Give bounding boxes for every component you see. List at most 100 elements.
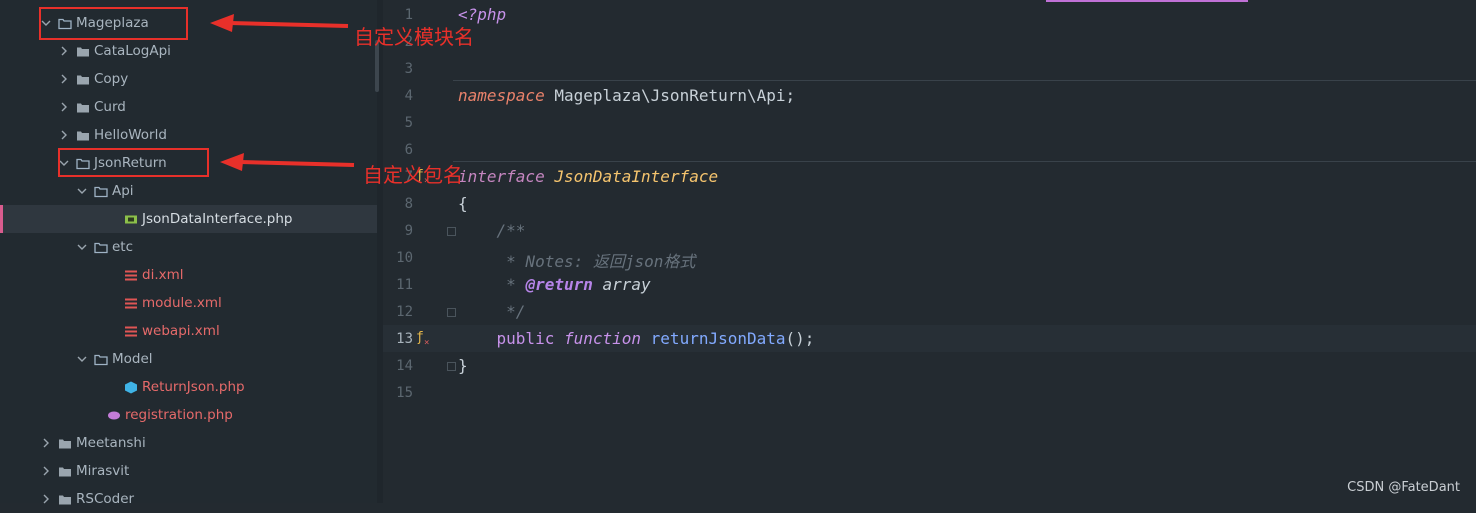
docblock-star: * bbox=[458, 275, 526, 294]
namespace-keyword: namespace bbox=[458, 86, 545, 105]
tree-item[interactable]: etc bbox=[0, 233, 377, 261]
folder-open-icon bbox=[94, 241, 108, 254]
code-editor[interactable]: <?php namespace Mageplaza\JsonReturn\Api… bbox=[453, 0, 1476, 503]
xml-file-icon bbox=[124, 297, 138, 310]
folder-icon bbox=[58, 493, 72, 506]
folder-icon bbox=[58, 465, 72, 478]
tree-item[interactable]: JsonDataInterface.php bbox=[0, 205, 377, 233]
method-parens: (); bbox=[785, 329, 815, 348]
folder-icon bbox=[76, 129, 90, 142]
folder-icon bbox=[58, 437, 72, 450]
tree-item-label: Meetanshi bbox=[76, 435, 146, 451]
project-tree[interactable]: Mageplaza CataLogApi Copy Curd HelloWorld Jso… bbox=[0, 0, 377, 507]
tree-item[interactable]: CataLogApi bbox=[0, 37, 377, 65]
chevron-right-icon[interactable] bbox=[58, 45, 70, 57]
tree-item[interactable]: Curd bbox=[0, 93, 377, 121]
tree-item[interactable]: HelloWorld bbox=[0, 121, 377, 149]
tree-item-label: HelloWorld bbox=[94, 127, 167, 143]
arrow-icon bbox=[220, 153, 355, 171]
class-file-icon bbox=[124, 381, 138, 394]
close-brace: } bbox=[458, 356, 468, 375]
chevron-down-icon[interactable] bbox=[76, 185, 88, 197]
tree-item-label: etc bbox=[112, 239, 134, 255]
tree-item[interactable]: module.xml bbox=[0, 289, 377, 317]
fold-marker-icon[interactable] bbox=[447, 308, 456, 317]
watermark: CSDN @FateDant bbox=[1347, 480, 1460, 495]
line-separator bbox=[453, 80, 1476, 81]
return-type: array bbox=[592, 275, 651, 294]
module-highlight-box bbox=[39, 7, 188, 40]
tree-item[interactable]: Meetanshi bbox=[0, 429, 377, 457]
tree-item[interactable]: di.xml bbox=[0, 261, 377, 289]
folder-open-icon bbox=[94, 353, 108, 366]
tree-item[interactable]: ReturnJson.php bbox=[0, 373, 377, 401]
interface-name: JsonDataInterface bbox=[554, 167, 719, 186]
code-line-11: * @return array bbox=[458, 275, 651, 294]
chevron-right-icon[interactable] bbox=[58, 129, 70, 141]
xml-file-icon bbox=[124, 269, 138, 282]
line-number: 10 bbox=[396, 250, 413, 266]
tree-item[interactable]: Copy bbox=[0, 65, 377, 93]
tree-item-label: JsonDataInterface.php bbox=[142, 211, 293, 227]
tree-item[interactable]: registration.php bbox=[0, 401, 377, 429]
code-line-13: public function returnJsonData(); bbox=[458, 329, 815, 348]
line-number: 6 bbox=[404, 142, 413, 158]
tree-item-label: Curd bbox=[94, 99, 126, 115]
line-number: 9 bbox=[404, 223, 413, 239]
line-number: 12 bbox=[396, 304, 413, 320]
xml-file-icon bbox=[124, 325, 138, 338]
docblock-notes: * Notes: 返回json格式 bbox=[458, 252, 696, 271]
code-line-7: interface JsonDataInterface bbox=[458, 167, 718, 186]
tree-item[interactable]: webapi.xml bbox=[0, 317, 377, 345]
module-annotation: 自定义模块名 bbox=[354, 25, 474, 49]
line-number: 11 bbox=[396, 277, 413, 293]
chevron-right-icon[interactable] bbox=[40, 465, 52, 477]
code-line-12: */ bbox=[458, 302, 525, 321]
tree-item-label: Mirasvit bbox=[76, 463, 130, 479]
folder-icon bbox=[76, 101, 90, 114]
fold-marker-icon[interactable] bbox=[447, 227, 456, 236]
php-file-icon bbox=[107, 409, 121, 422]
tree-item-label: module.xml bbox=[142, 295, 222, 311]
tree-item[interactable]: Model bbox=[0, 345, 377, 373]
folder-icon bbox=[76, 45, 90, 58]
line-gutter: 1 2 3 4 5 6 7 8 9 10 11 12 13 14 15 bbox=[383, 0, 453, 503]
public-keyword: public bbox=[458, 329, 555, 348]
method-name: returnJsonData bbox=[641, 329, 786, 348]
code-line-8: { bbox=[458, 194, 468, 213]
function-keyword: function bbox=[554, 329, 642, 348]
chevron-right-icon[interactable] bbox=[40, 493, 52, 505]
tree-item[interactable]: Mirasvit bbox=[0, 457, 377, 485]
tree-item-label: registration.php bbox=[125, 407, 233, 423]
implemented-icon-badge: × bbox=[424, 338, 430, 348]
return-tag: @return bbox=[525, 275, 593, 294]
chevron-down-icon[interactable] bbox=[76, 353, 88, 365]
implemented-icon[interactable]: ƒ bbox=[416, 330, 424, 345]
code-line-9: /** bbox=[458, 221, 526, 240]
tree-item-label: Copy bbox=[94, 71, 129, 87]
folder-icon bbox=[76, 73, 90, 86]
tree-item-label: RSCoder bbox=[76, 491, 135, 507]
tree-item-label: di.xml bbox=[142, 267, 184, 283]
namespace-path: Mageplaza\JsonReturn\Api; bbox=[544, 86, 796, 105]
chevron-right-icon[interactable] bbox=[40, 437, 52, 449]
chevron-right-icon[interactable] bbox=[58, 101, 70, 113]
package-annotation: 自定义包名 bbox=[363, 163, 463, 187]
line-number: 5 bbox=[404, 115, 413, 131]
tree-item[interactable]: Api bbox=[0, 177, 377, 205]
chevron-right-icon[interactable] bbox=[58, 73, 70, 85]
line-number: 4 bbox=[404, 88, 413, 104]
line-number: 15 bbox=[396, 385, 413, 401]
open-brace: { bbox=[458, 194, 468, 213]
docblock-close: */ bbox=[458, 302, 526, 321]
package-highlight-box bbox=[58, 148, 209, 177]
tree-item-label: Api bbox=[112, 183, 134, 199]
chevron-down-icon[interactable] bbox=[76, 241, 88, 253]
tree-item[interactable]: RSCoder bbox=[0, 485, 377, 513]
code-line-14: } bbox=[458, 356, 468, 375]
line-separator bbox=[453, 161, 1476, 162]
line-number: 13 bbox=[396, 331, 413, 347]
code-line-10: * Notes: 返回json格式 bbox=[458, 248, 695, 272]
interface-file-icon bbox=[124, 213, 138, 226]
fold-marker-icon[interactable] bbox=[447, 362, 456, 371]
